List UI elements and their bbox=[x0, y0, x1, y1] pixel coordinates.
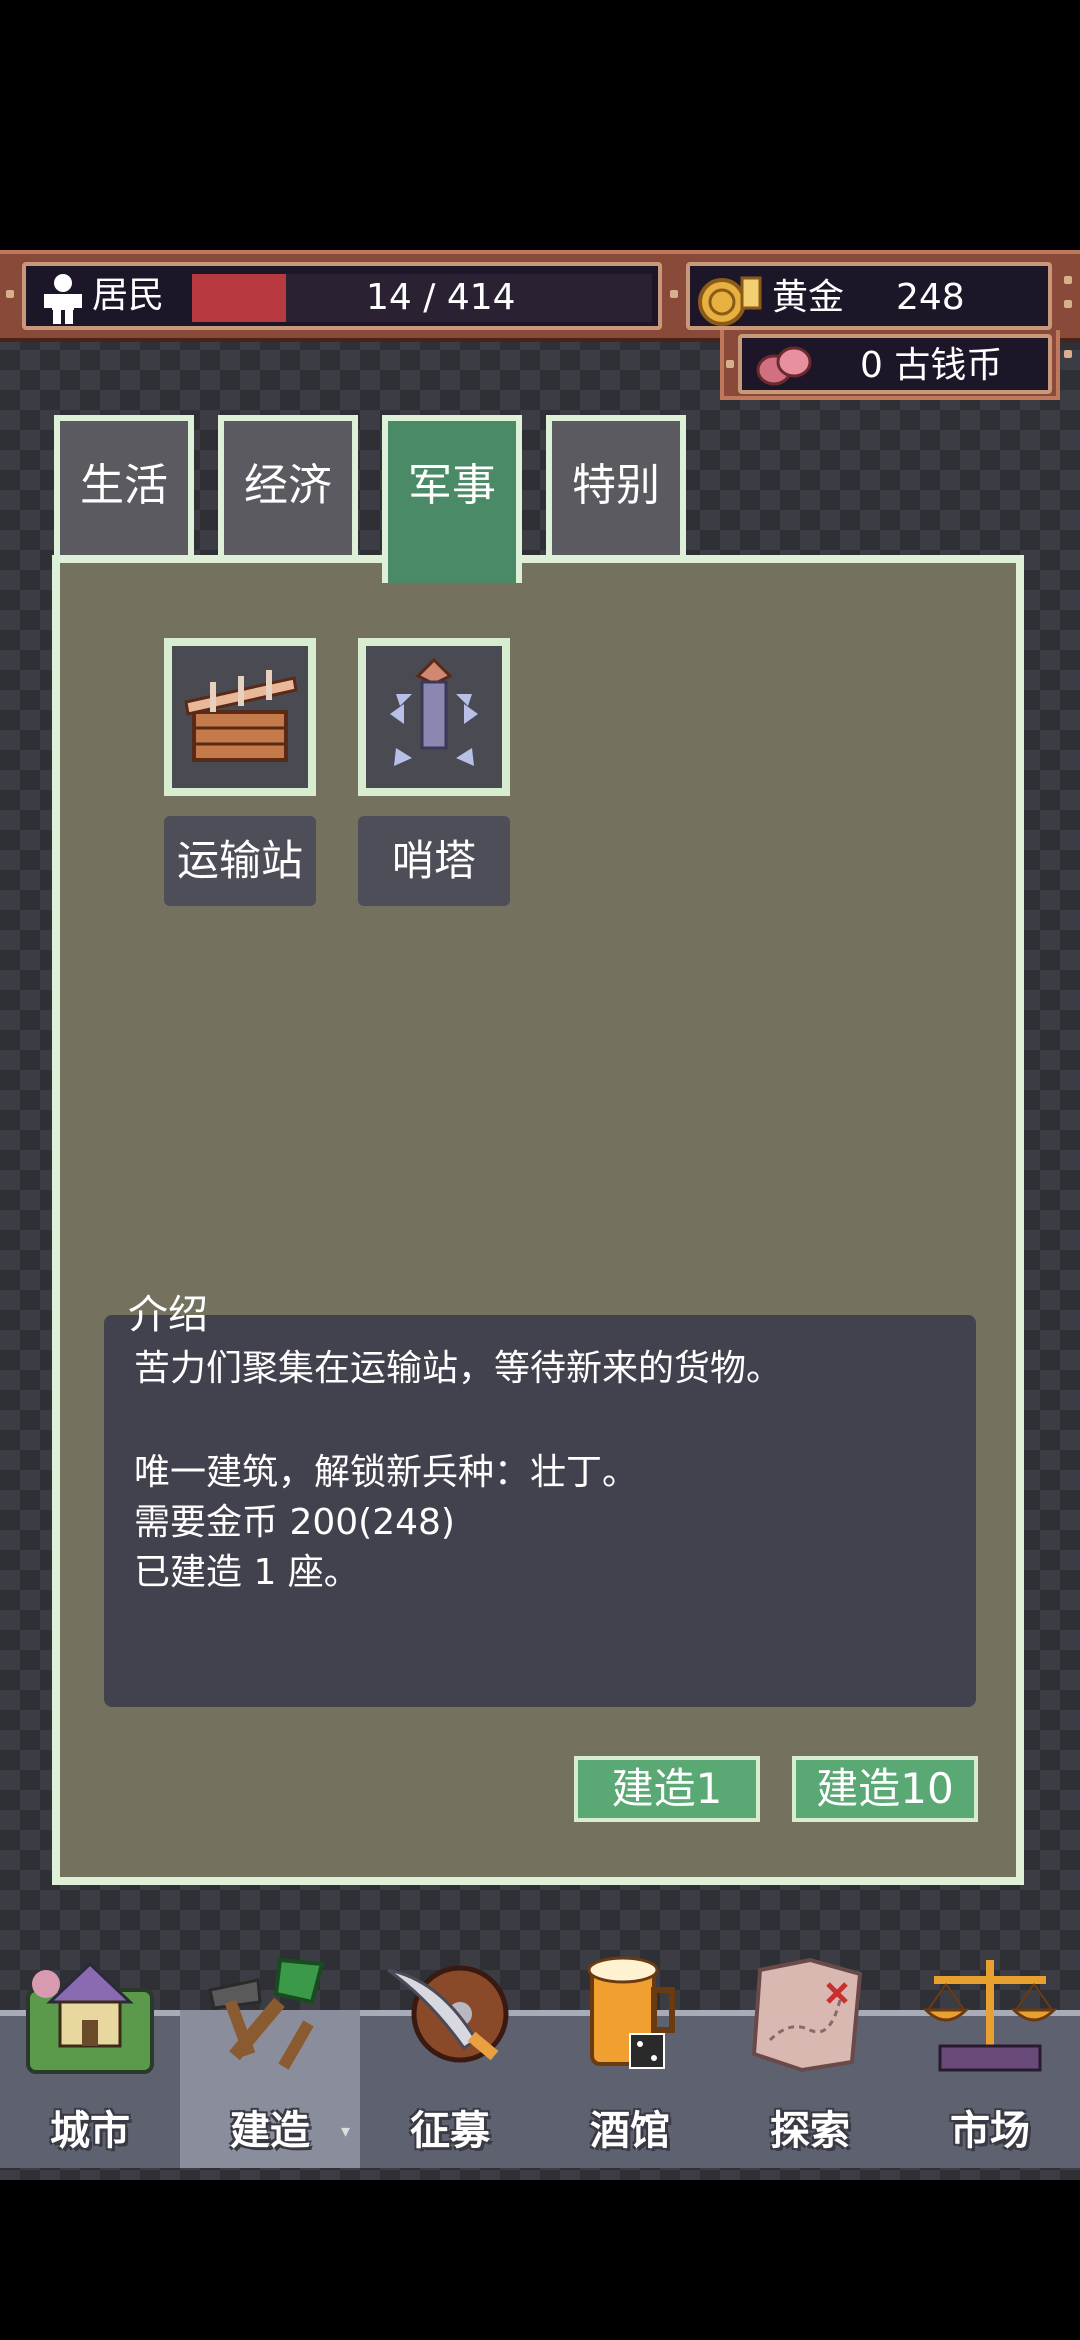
market-scales-icon bbox=[920, 1950, 1060, 2080]
city-icon bbox=[20, 1950, 160, 2080]
build-shovel-icon bbox=[200, 1950, 340, 2080]
nav-label: 建造 bbox=[230, 2108, 310, 2154]
rivet bbox=[1064, 350, 1072, 358]
intro-line: 唯一建筑，解锁新兵种：壮丁。 bbox=[134, 1452, 639, 1493]
gold-coin-icon bbox=[696, 270, 766, 328]
build-ten-button[interactable]: 建造10 bbox=[792, 1756, 978, 1822]
nav-build[interactable]: 建造 ▾ bbox=[180, 1957, 360, 2168]
transport-station-icon bbox=[180, 656, 300, 780]
ancient-coin-icon bbox=[754, 342, 814, 390]
resident-icon bbox=[40, 272, 86, 324]
nav-label: 探索 bbox=[770, 2108, 850, 2154]
intro-line: 需要金币 200(248) bbox=[134, 1502, 455, 1543]
building-icon-frame bbox=[358, 638, 510, 796]
rivet bbox=[1064, 300, 1072, 308]
building-icon-frame bbox=[164, 638, 316, 796]
nav-label: 城市 bbox=[50, 2108, 130, 2154]
nav-label: 市场 bbox=[950, 2108, 1030, 2154]
gold-panel[interactable]: 黄金 248 bbox=[686, 262, 1052, 330]
rivet bbox=[670, 290, 678, 298]
tavern-beer-icon bbox=[560, 1950, 700, 2080]
tab-economy[interactable]: 经济 bbox=[218, 415, 358, 565]
tab-label: 军事 bbox=[408, 460, 496, 511]
tab-label: 生活 bbox=[80, 460, 168, 511]
building-transport-station[interactable]: 运输站 bbox=[164, 638, 316, 908]
residents-bar-fill bbox=[192, 274, 286, 322]
recruit-sword-shield-icon bbox=[380, 1950, 520, 2080]
tab-life[interactable]: 生活 bbox=[54, 415, 194, 565]
residents-value: 14 / 414 bbox=[366, 277, 516, 318]
building-name: 哨塔 bbox=[358, 816, 510, 906]
residents-label: 居民 bbox=[92, 275, 165, 316]
tab-label: 经济 bbox=[244, 460, 332, 511]
build-one-button[interactable]: 建造1 bbox=[574, 1756, 760, 1822]
chevron-down-icon: ▾ bbox=[340, 2121, 350, 2142]
gold-value: 248 bbox=[896, 277, 965, 318]
nav-city[interactable]: 城市 bbox=[0, 1960, 180, 2168]
nav-explore[interactable]: 探索 bbox=[720, 1957, 900, 2168]
ancient-coins-value: 0 古钱币 bbox=[860, 345, 1003, 386]
nav-market[interactable]: 市场 bbox=[900, 1960, 1080, 2168]
gold-label: 黄金 bbox=[772, 277, 845, 318]
rivet bbox=[1064, 276, 1072, 284]
tab-label: 特别 bbox=[572, 460, 660, 511]
ancient-coins-panel[interactable]: 0 古钱币 bbox=[738, 334, 1052, 394]
building-name: 运输站 bbox=[164, 816, 316, 906]
rivet bbox=[6, 290, 14, 298]
nav-label: 征募 bbox=[410, 2108, 490, 2154]
nav-tavern[interactable]: 酒馆 bbox=[540, 1956, 720, 2168]
intro-description-box: 苦力们聚集在运输站，等待新来的货物。 唯一建筑，解锁新兵种：壮丁。 需要金币 2… bbox=[104, 1315, 976, 1707]
intro-line: 已建造 1 座。 bbox=[134, 1552, 360, 1593]
watchtower-icon bbox=[374, 654, 494, 782]
building-watchtower[interactable]: 哨塔 bbox=[358, 638, 510, 908]
tab-military[interactable]: 军事 bbox=[382, 415, 522, 583]
nav-label: 酒馆 bbox=[590, 2108, 670, 2154]
intro-line: 苦力们聚集在运输站，等待新来的货物。 bbox=[134, 1348, 783, 1389]
nav-recruit[interactable]: 征募 bbox=[360, 1960, 540, 2168]
rivet bbox=[726, 360, 734, 368]
tab-special[interactable]: 特别 bbox=[546, 415, 686, 565]
intro-title: 介绍 bbox=[128, 1292, 208, 1338]
explore-map-icon bbox=[740, 1950, 880, 2080]
residents-panel[interactable]: 居民 14 / 414 bbox=[22, 262, 662, 330]
